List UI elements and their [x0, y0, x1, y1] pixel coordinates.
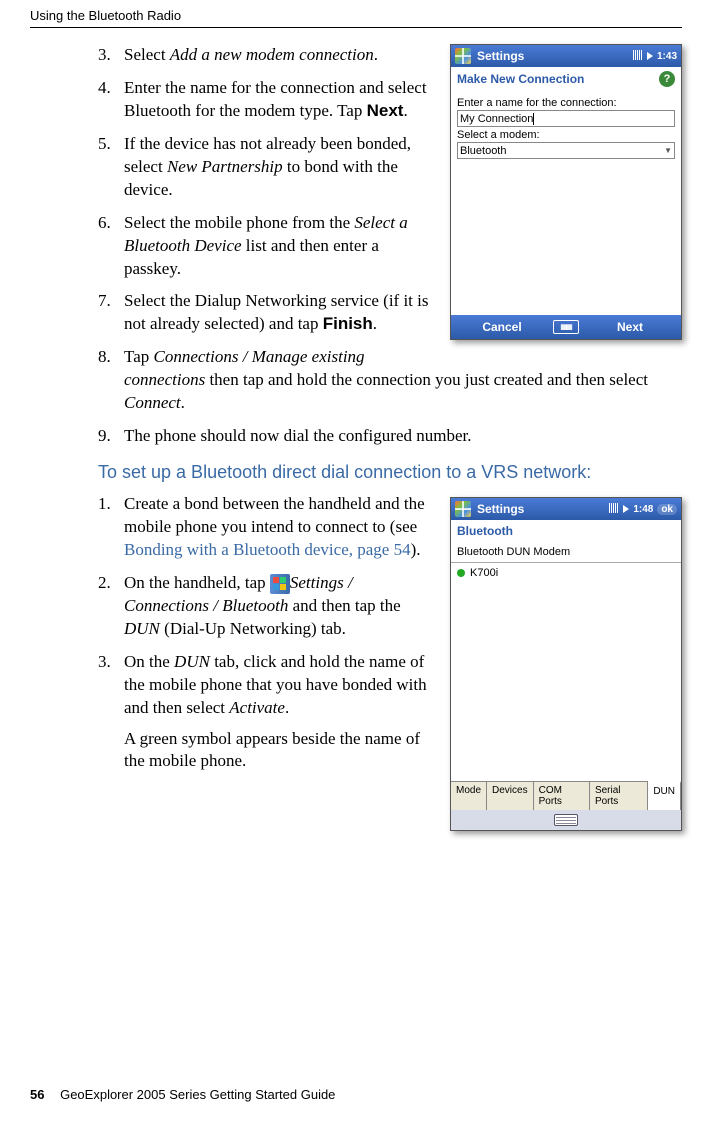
step-italic: New Partnership: [167, 157, 283, 176]
keyboard-icon[interactable]: [554, 814, 578, 826]
step-tail: ).: [411, 540, 421, 559]
step-number: 8.: [98, 346, 111, 369]
step-tail: .: [403, 101, 407, 120]
step-number: 7.: [98, 290, 111, 313]
subsection-heading: To set up a Bluetooth direct dial connec…: [98, 462, 682, 483]
step-text: Select the mobile phone from the: [124, 213, 354, 232]
step-tail: .: [374, 45, 378, 64]
step-italic: Add a new modem connection: [170, 45, 374, 64]
step-text: The phone should now dial the configured…: [124, 426, 471, 445]
running-header: Using the Bluetooth Radio: [30, 8, 682, 23]
step-bold: Next: [367, 101, 404, 120]
instruction-list-b: 1. Create a bond between the handheld and…: [98, 493, 682, 773]
tab-dun[interactable]: DUN: [648, 781, 681, 810]
page-number: 56: [30, 1087, 44, 1102]
step-italic2: DUN: [124, 619, 160, 638]
step-italic: DUN: [174, 652, 210, 671]
tab-serial-ports[interactable]: Serial Ports: [590, 782, 648, 810]
step-number: 4.: [98, 77, 111, 100]
step-text: Select: [124, 45, 170, 64]
tab-mode[interactable]: Mode: [451, 782, 487, 810]
step-number: 3.: [98, 44, 111, 67]
step-tail: .: [373, 314, 377, 333]
tab-com-ports[interactable]: COM Ports: [534, 782, 590, 810]
sip-bar: [451, 810, 681, 830]
step-number: 5.: [98, 133, 111, 156]
start-flag-icon: [270, 574, 290, 594]
step-number: 6.: [98, 212, 111, 235]
step-italic2: Connect: [124, 393, 181, 412]
step-number: 3.: [98, 651, 111, 674]
cross-reference-link[interactable]: Bonding with a Bluetooth device, page 54: [124, 540, 411, 559]
step-text: Tap: [124, 347, 154, 366]
tab-bar: Mode Devices COM Ports Serial Ports DUN: [451, 781, 681, 810]
step-number: 2.: [98, 572, 111, 595]
step-text: On the handheld, tap: [124, 573, 270, 592]
header-rule: [30, 27, 682, 28]
step-text: Create a bond between the handheld and t…: [124, 494, 425, 536]
step-tail2: .: [181, 393, 185, 412]
tab-devices[interactable]: Devices: [487, 782, 534, 810]
step-number: 1.: [98, 493, 111, 516]
page-footer: 56 GeoExplorer 2005 Series Getting Start…: [30, 1087, 335, 1102]
step-text: On the: [124, 652, 174, 671]
step-tail: then tap and hold the connection you jus…: [205, 370, 648, 389]
instruction-list-a: 3. Select Add a new modem connection. 4.…: [98, 44, 682, 448]
step-italic2: Activate: [229, 698, 285, 717]
step-tail2: .: [285, 698, 289, 717]
footer-title: GeoExplorer 2005 Series Getting Started …: [60, 1087, 335, 1102]
step-sub-paragraph: A green symbol appears beside the name o…: [124, 728, 682, 774]
step-text: Select the Dialup Networking service (if…: [124, 291, 429, 333]
step-tail2: (Dial-Up Networking) tab.: [160, 619, 346, 638]
step-bold: Finish: [323, 314, 373, 333]
step-number: 9.: [98, 425, 111, 448]
step-tail: and then tap the: [288, 596, 400, 615]
